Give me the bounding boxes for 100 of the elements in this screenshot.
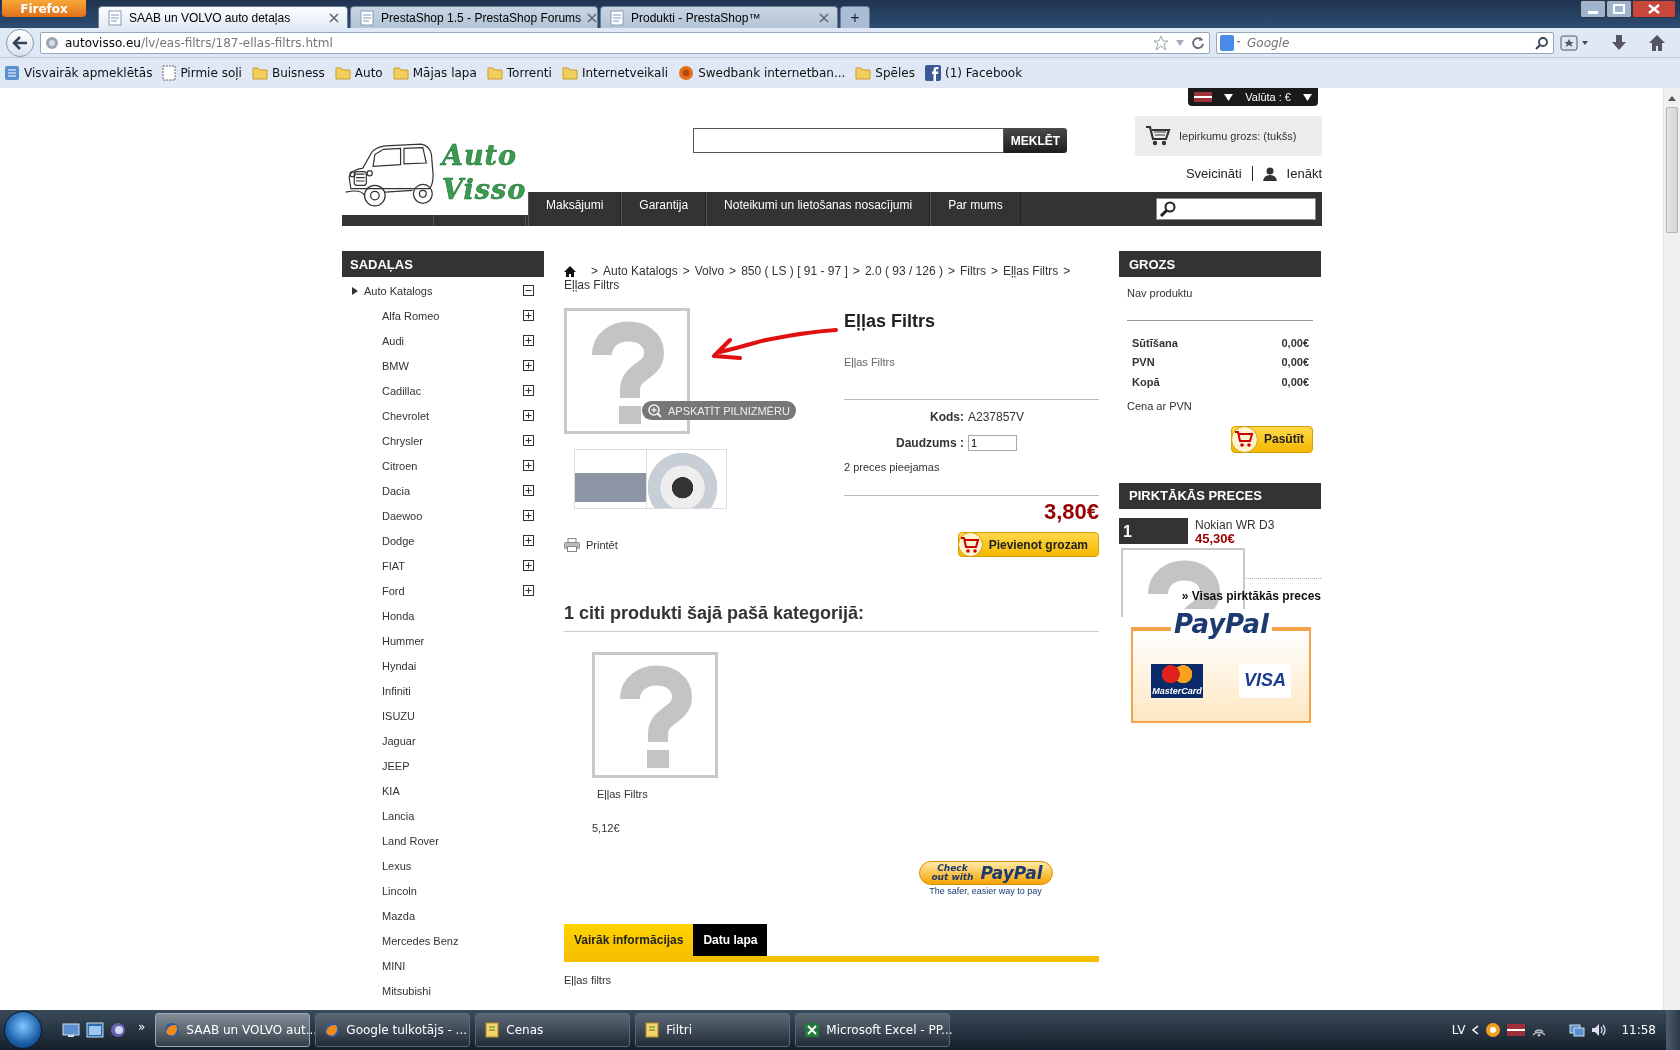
scrollbar[interactable]: [1663, 88, 1680, 1010]
info-tab[interactable]: Datu lapa: [693, 924, 768, 956]
desktop-icon[interactable]: [62, 1022, 80, 1038]
breadcrumb-link[interactable]: Volvo: [694, 264, 725, 278]
category-link[interactable]: Jaguar: [382, 734, 534, 747]
search-icon[interactable]: [1535, 35, 1549, 50]
login-link[interactable]: Ienākt: [1286, 166, 1322, 181]
restore-icon[interactable]: [1606, 0, 1632, 18]
chevron-icon[interactable]: [1471, 1025, 1480, 1035]
home-icon[interactable]: [564, 265, 576, 277]
category-link[interactable]: BMW: [382, 359, 523, 372]
search-button[interactable]: MEKLĒT: [1004, 128, 1067, 153]
volume-icon[interactable]: [1591, 1022, 1608, 1038]
bookmark-item[interactable]: Auto: [334, 65, 383, 80]
logo-text[interactable]: Auto Visso: [442, 139, 527, 207]
category-link[interactable]: Audi: [382, 334, 523, 347]
expand-icon[interactable]: [523, 510, 534, 521]
expand-icon[interactable]: [523, 335, 534, 346]
bookmark-item[interactable]: Pirmie soļi: [162, 64, 242, 81]
checkout-button[interactable]: Pasūtīt: [1231, 425, 1313, 453]
breadcrumb-link[interactable]: 850 ( LS ) [ 91 - 97 ]: [741, 264, 848, 278]
expand-icon[interactable]: [523, 585, 534, 596]
category-link[interactable]: Infiniti: [382, 684, 534, 697]
menu-search-field[interactable]: [1156, 198, 1316, 220]
bookmark-item[interactable]: Torrenti: [486, 65, 552, 80]
flag-icon[interactable]: [1194, 92, 1213, 102]
category-link[interactable]: JEEP: [382, 759, 534, 772]
category-link[interactable]: Cadillac: [382, 384, 523, 397]
breadcrumb-link[interactable]: Auto Katalogs: [603, 264, 678, 278]
category-link[interactable]: Hummer: [382, 634, 534, 647]
tray-app-icon[interactable]: [1485, 1022, 1502, 1038]
taskbar-item[interactable]: Cenas: [475, 1013, 631, 1047]
network-icon[interactable]: [1569, 1022, 1586, 1038]
info-tab[interactable]: Vairāk informācijas: [564, 924, 694, 956]
bookmark-item[interactable]: Spēles: [855, 65, 915, 80]
cart-summary[interactable]: Iepirkumu grozs: (tukšs): [1135, 116, 1322, 156]
home-icon[interactable]: [1648, 33, 1666, 52]
category-link[interactable]: MINI: [382, 959, 534, 972]
category-link[interactable]: ISUZU: [382, 709, 534, 722]
print-link[interactable]: Printēt: [564, 532, 844, 557]
category-link[interactable]: KIA: [382, 784, 534, 797]
expand-icon[interactable]: [523, 385, 534, 396]
search-field[interactable]: [693, 128, 1004, 153]
bookmark-item[interactable]: Swedbank internetban...: [678, 64, 846, 81]
category-link[interactable]: Dacia: [382, 484, 523, 497]
product-name-link[interactable]: Nokian WR D3: [1195, 517, 1275, 532]
breadcrumb-link[interactable]: Filtrs: [959, 264, 986, 278]
category-link[interactable]: Chevrolet: [382, 409, 523, 422]
category-link[interactable]: Lexus: [382, 859, 534, 872]
expand-icon[interactable]: [523, 360, 534, 371]
expand-icon[interactable]: [523, 410, 534, 421]
expand-icon[interactable]: [523, 535, 534, 546]
language-indicator[interactable]: LV: [1451, 1023, 1466, 1037]
add-to-cart-button[interactable]: Pievienot grozam: [957, 532, 1099, 557]
taskbar-item[interactable]: Microsoft Excel - PP...: [795, 1013, 951, 1047]
browser-tab[interactable]: PrestaShop 1.5 - PrestaShop Forums: [350, 6, 598, 28]
category-link[interactable]: Mitsubishi: [382, 984, 534, 997]
more-chevron[interactable]: »: [138, 1020, 146, 1034]
flag-icon[interactable]: [1507, 1024, 1526, 1036]
quantity-field[interactable]: 1: [968, 435, 1017, 451]
category-link[interactable]: Mazda: [382, 909, 534, 922]
browser-tab[interactable]: SAAB un VOLVO auto detaļas: [98, 6, 348, 28]
taskbar-item[interactable]: Google tulkotājs - ...: [315, 1013, 471, 1047]
breadcrumb-link[interactable]: Eļļas Filtrs: [1002, 264, 1059, 278]
category-link[interactable]: Ford: [382, 584, 523, 597]
product-name-link[interactable]: Eļļas Filtrs: [597, 787, 718, 801]
scrollbar-thumb[interactable]: [1666, 107, 1678, 233]
category-link[interactable]: Lincoln: [382, 884, 534, 897]
caret-icon[interactable]: [1224, 93, 1234, 101]
close-icon[interactable]: [329, 12, 339, 23]
all-bestsellers-link[interactable]: » Visas pirktākās preces: [1119, 588, 1321, 603]
bookmark-item[interactable]: (1) Facebook: [924, 64, 1023, 81]
category-link[interactable]: Citroen: [382, 459, 523, 472]
close-icon[interactable]: [1632, 0, 1676, 18]
minimize-icon[interactable]: [1580, 0, 1606, 18]
category-link[interactable]: Dodge: [382, 534, 523, 547]
bookmark-item[interactable]: Mājas lapa: [392, 65, 477, 80]
category-link[interactable]: Alfa Romeo: [382, 309, 523, 322]
search-engine-icon[interactable]: [1220, 34, 1240, 51]
browser-icon[interactable]: [110, 1022, 126, 1038]
caret-icon[interactable]: [1303, 93, 1312, 101]
window-icon[interactable]: [86, 1022, 104, 1038]
menu-link[interactable]: Noteikumi un lietošanas nosacījumi: [706, 192, 931, 226]
expand-icon[interactable]: [523, 485, 534, 496]
category-link[interactable]: Chrysler: [382, 434, 523, 447]
scroll-up-icon[interactable]: [1667, 94, 1677, 102]
back-button[interactable]: [6, 28, 34, 57]
new-tab-button[interactable]: +: [840, 6, 870, 28]
bookmark-item[interactable]: Buisness: [251, 65, 325, 80]
category-link[interactable]: Mercedes Benz: [382, 934, 534, 947]
category-link[interactable]: Hyndai: [382, 659, 534, 672]
category-link[interactable]: Lancia: [382, 809, 534, 822]
menu-link[interactable]: Garantija: [621, 192, 707, 226]
collapse-icon[interactable]: [523, 285, 534, 296]
category-link[interactable]: Honda: [382, 609, 534, 622]
address-bar[interactable]: autovisso.eu/lv/eas-filtrs/187-ellas-filtrs.html: [40, 31, 1210, 54]
menu-link[interactable]: Maksājumi: [528, 192, 622, 226]
bookmark-item[interactable]: Internetveikali: [561, 65, 669, 80]
search-field[interactable]: Google: [1216, 31, 1554, 54]
expand-icon[interactable]: [523, 560, 534, 571]
